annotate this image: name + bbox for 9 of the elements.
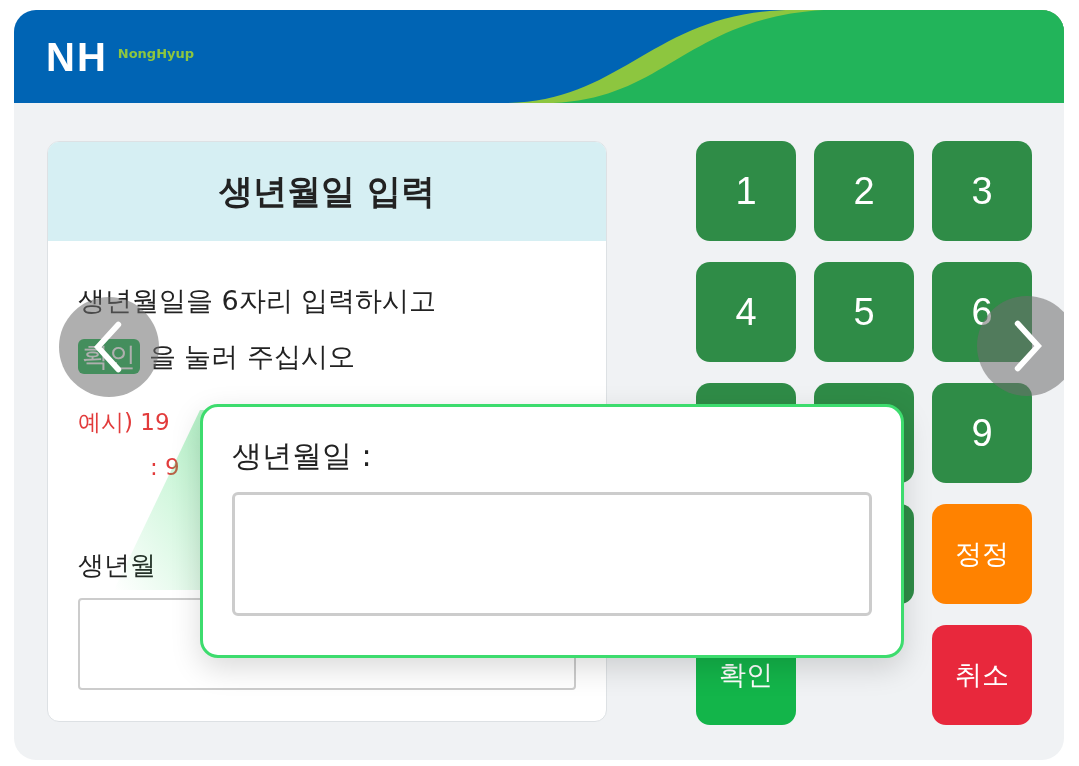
logo-mark: NH [46, 36, 108, 77]
example-text: 예시) 19 [78, 408, 170, 437]
popup-label: 생년월일 : [232, 437, 372, 475]
example-text: : 9 [150, 452, 180, 482]
card-title: 생년월일 입력 [48, 142, 606, 241]
instruction-text: 을 눌러 주십시오 [148, 341, 355, 372]
instruction-text: 생년월일을 6자리 입력하시고 [78, 285, 437, 316]
field-label: 생년월 [78, 549, 156, 582]
logo-text: NongHyup [117, 44, 195, 63]
